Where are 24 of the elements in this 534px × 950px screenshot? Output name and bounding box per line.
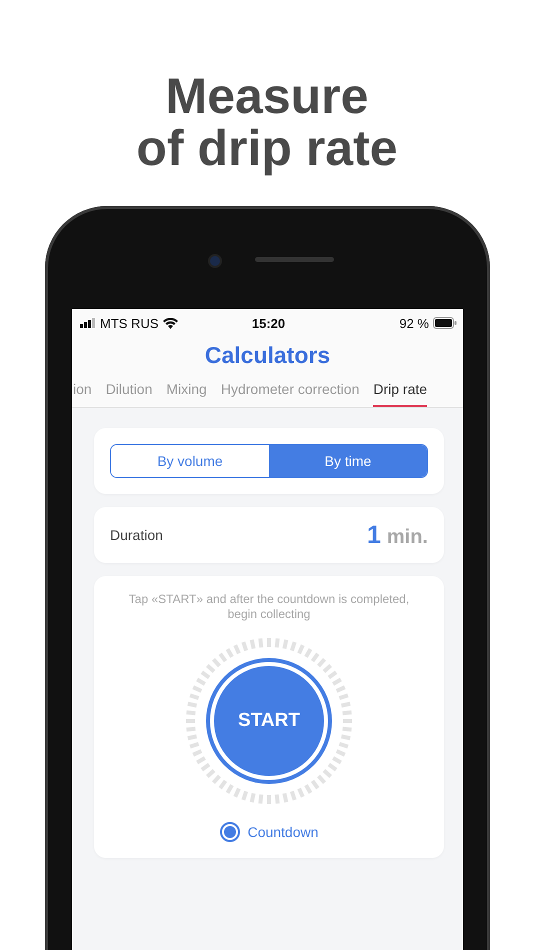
calculator-tab[interactable]: Hydrometer correction: [220, 377, 360, 407]
calculator-tab[interactable]: Drip rate: [373, 377, 428, 407]
signal-icon: [80, 318, 96, 328]
duration-unit: min.: [386, 526, 428, 548]
countdown-label: Countdown: [248, 824, 318, 840]
battery-icon: [433, 317, 457, 329]
calculator-tab[interactable]: Dilution: [106, 377, 152, 407]
wifi-icon: [162, 318, 178, 328]
status-time: 15:20: [252, 316, 286, 330]
duration-row[interactable]: Duration 1 min.: [94, 507, 444, 563]
countdown-option[interactable]: Countdown: [220, 822, 318, 842]
speaker-icon: [255, 257, 334, 262]
battery-percent: 92 %: [399, 316, 429, 330]
duration-label: Duration: [110, 527, 163, 543]
calculator-tab[interactable]: Mixing: [166, 377, 207, 407]
carrier-name: MTS RUS: [100, 316, 158, 330]
camera-icon: [210, 256, 220, 266]
screen-title: Calculators: [72, 332, 463, 377]
calculator-tab[interactable]: ion: [73, 377, 92, 407]
radio-button[interactable]: [220, 822, 240, 842]
instruction-text: Tap «START» and after the countdown is completed, begin collecting: [128, 592, 410, 622]
mode-toggle[interactable]: By time: [269, 445, 427, 477]
duration-value: 1: [366, 520, 381, 550]
headline: Measure of drip rate: [136, 67, 398, 174]
